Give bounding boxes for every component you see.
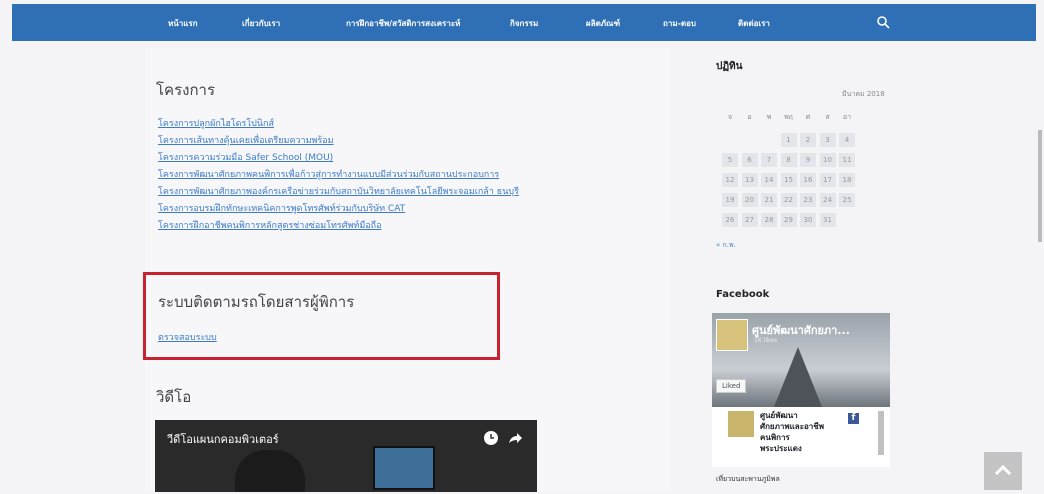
calendar-day[interactable]: 17 [819, 173, 836, 187]
calendar-day[interactable]: 5 [722, 153, 738, 167]
calendar-weekday: พฤ [784, 113, 793, 121]
calendar-day[interactable]: 10 [819, 153, 836, 167]
bus-tracking-box [143, 272, 500, 360]
clock-icon[interactable] [483, 430, 499, 446]
calendar-prev-link[interactable]: « ก.พ. [716, 240, 736, 251]
calendar-weekday: อา [842, 113, 852, 121]
calendar-day[interactable]: 22 [780, 193, 797, 207]
calendar-day[interactable]: 26 [722, 213, 738, 227]
calendar-day[interactable]: 16 [800, 173, 816, 187]
video-player[interactable]: วีดีโอแผนกคอมพิวเตอร์ [155, 420, 537, 492]
page-scrollbar[interactable] [1038, 130, 1042, 242]
calendar-day[interactable]: 6 [741, 153, 758, 167]
project-link[interactable]: โครงการปลูกผักไฮโดรโปนิกส์ [158, 116, 274, 130]
calendar-day[interactable]: 9 [800, 153, 816, 167]
facebook-post-author-line: พระประแดง [760, 444, 802, 453]
nav-home[interactable]: หน้าแรก [168, 17, 198, 30]
calendar-day[interactable]: 27 [741, 213, 758, 227]
video-heading: วิดีโอ [156, 388, 192, 406]
facebook-icon[interactable]: f [848, 413, 859, 424]
project-link[interactable]: โครงการฝึกอาชีพคนพิการหลักสูตรช่างซ่อมโท… [158, 218, 382, 232]
calendar-weekday: ศ [805, 113, 811, 121]
calendar-day[interactable]: 24 [819, 193, 836, 207]
video-thumbnail-person [235, 450, 305, 492]
video-caption: วีดีโอแผนกคอมพิวเตอร์ [167, 433, 279, 446]
facebook-post-author-line: คนพิการ [760, 433, 790, 442]
calendar-day[interactable]: 11 [839, 153, 855, 167]
calendar-weekday: จ [727, 113, 733, 121]
facebook-post-author-line: ศูนย์พัฒนา [760, 411, 798, 420]
nav-contact[interactable]: ติดต่อเรา [738, 17, 770, 30]
bus-tracking-heading: ระบบติดตามรถโดยสารผู้พิการ [158, 293, 355, 311]
calendar-weekday: พ [766, 113, 772, 121]
calendar-day[interactable]: 21 [761, 193, 777, 207]
facebook-post-author-line: ศักยภาพและอาชีพ [760, 422, 825, 431]
share-icon[interactable] [507, 430, 523, 446]
facebook-page-avatar[interactable] [716, 319, 748, 351]
calendar-weekday: อ [747, 113, 752, 121]
calendar-heading: ปฏิทิน [716, 61, 743, 72]
video-thumbnail-screen [373, 446, 435, 490]
bus-tracking-link[interactable]: ตรวจสอบระบบ [158, 330, 217, 344]
calendar-day[interactable]: 25 [839, 193, 855, 207]
search-icon[interactable] [876, 15, 890, 29]
project-link[interactable]: โครงการพัฒนาศักยภาพองค์กรเครือข่ายร่วมกั… [158, 184, 519, 198]
facebook-likes-count: 1K likes [754, 337, 778, 344]
back-to-top-button[interactable] [984, 452, 1022, 490]
calendar-day[interactable]: 1 [780, 133, 797, 147]
project-link[interactable]: โครงการเส้นทางคุ้นเคยเพื่อเตรียมความพร้อ… [158, 133, 334, 147]
bridge-pylon-shape [774, 347, 822, 407]
calendar-day[interactable]: 20 [741, 193, 758, 207]
nav-products[interactable]: ผลิตภัณฑ์ [586, 17, 620, 30]
project-link[interactable]: โครงการความร่วมมือ Safer School (MOU) [158, 150, 333, 164]
calendar-day[interactable]: 13 [741, 173, 758, 187]
calendar-day[interactable]: 31 [819, 213, 836, 227]
facebook-like-button[interactable]: Liked [716, 379, 747, 393]
facebook-post: ศูนย์พัฒนา ศักยภาพและอาชีพ คนพิการ พระปร… [712, 407, 890, 467]
chevron-up-icon [994, 464, 1012, 476]
calendar-day[interactable]: 18 [839, 173, 855, 187]
calendar-day[interactable]: 15 [780, 173, 797, 187]
calendar-day[interactable]: 8 [780, 153, 797, 167]
facebook-post-author[interactable]: ศูนย์พัฒนา ศักยภาพและอาชีพ คนพิการ พระปร… [760, 410, 824, 454]
nav-about[interactable]: เกี่ยวกับเรา [242, 17, 280, 30]
facebook-post-avatar [728, 411, 754, 437]
calendar-day[interactable]: 28 [761, 213, 777, 227]
projects-heading: โครงการ [156, 81, 216, 99]
project-link[interactable]: โครงการอบรมฝึกทักษะเทคนิคการพูดโทรศัพท์ร… [158, 201, 405, 215]
facebook-cover[interactable]: ศูนย์พัฒนาศักยภา... 1K likes Liked [712, 313, 890, 407]
nav-faq[interactable]: ถาม-ตอบ [663, 17, 696, 30]
calendar-day[interactable]: 3 [819, 133, 836, 147]
nav-training[interactable]: การฝึกอาชีพ/สวัสดิการสงเคราะห์ [346, 17, 460, 30]
facebook-post-text: เที่ยวบนสะพานภูมิพล [716, 475, 780, 483]
top-navbar: หน้าแรก เกี่ยวกับเรา การฝึกอาชีพ/สวัสดิก… [12, 4, 1036, 41]
calendar-day[interactable]: 19 [722, 193, 738, 207]
calendar-day[interactable]: 29 [780, 213, 797, 227]
calendar-day[interactable]: 23 [800, 193, 816, 207]
nav-activities[interactable]: กิจกรรม [510, 17, 538, 30]
calendar-day[interactable]: 14 [761, 173, 777, 187]
project-link[interactable]: โครงการพัฒนาศักยภาพคนพิการเพื่อก้าวสู่กา… [158, 167, 499, 181]
calendar-day[interactable]: 4 [839, 133, 855, 147]
calendar-day[interactable]: 7 [761, 153, 777, 167]
facebook-scrollbar[interactable] [878, 411, 884, 455]
calendar-day[interactable]: 2 [800, 133, 816, 147]
calendar-month: มีนาคม 2018 [842, 90, 885, 98]
calendar-weekday: ส [825, 113, 830, 121]
calendar-day[interactable]: 12 [722, 173, 738, 187]
facebook-heading: Facebook [716, 289, 770, 300]
calendar-day[interactable]: 30 [800, 213, 816, 227]
